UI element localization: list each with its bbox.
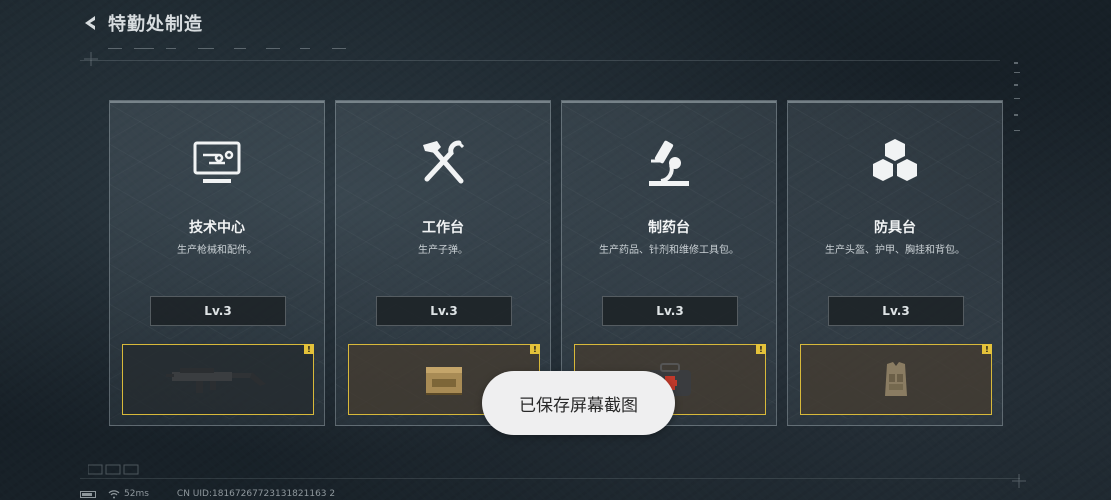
crosshair-decoration: [1012, 474, 1026, 488]
card-description: 生产子弹。: [418, 245, 468, 256]
back-arrow-icon: [85, 16, 95, 30]
cubes-icon: [873, 139, 917, 181]
header: 特勤处制造: [80, 10, 203, 36]
user-id: CN UID:18167267723131821163 2: [176, 489, 336, 499]
level-badge: Lv.3: [828, 296, 964, 326]
microscope-icon: [649, 140, 689, 186]
wifi-icon: [108, 489, 120, 498]
divider-line: [80, 478, 1020, 479]
computer-icon: [193, 141, 241, 183]
rifle-icon: [166, 367, 266, 393]
hammer-wrench-icon: [423, 140, 465, 184]
card-description: 生产枪械和配件。: [177, 245, 257, 256]
page-title: 特勤处制造: [108, 14, 203, 35]
level-badge: Lv.3: [376, 296, 512, 326]
header-decoration: [108, 48, 346, 49]
production-slot[interactable]: !: [122, 344, 314, 415]
toast-message: 已保存屏幕截图: [482, 371, 675, 435]
divider-line: [80, 60, 1000, 61]
card-tech-center[interactable]: 技术中心 生产枪械和配件。 Lv.3 !: [109, 100, 325, 426]
vest-icon: [885, 361, 907, 396]
ping-value: 52ms: [124, 489, 149, 499]
production-slot[interactable]: !: [800, 344, 992, 415]
crosshair-decoration: [84, 52, 98, 66]
alert-badge: !: [756, 344, 766, 354]
level-badge: Lv.3: [602, 296, 738, 326]
ammo-box-icon: [426, 366, 462, 395]
alert-badge: !: [982, 344, 992, 354]
card-description: 生产头盔、护甲、胸挂和背包。: [825, 245, 965, 256]
side-decoration: [1014, 62, 1020, 131]
battery-icon: [80, 490, 96, 498]
card-title: 防具台: [874, 220, 916, 236]
card-title: 技术中心: [189, 220, 245, 236]
bottom-decoration: [88, 464, 139, 475]
alert-badge: !: [304, 344, 314, 354]
card-description: 生产药品、针剂和维修工具包。: [599, 245, 739, 256]
card-title: 工作台: [422, 220, 464, 236]
back-button[interactable]: [80, 12, 102, 34]
card-armor-bench[interactable]: 防具台 生产头盔、护甲、胸挂和背包。 Lv.3 !: [787, 100, 1003, 426]
card-title: 制药台: [648, 220, 690, 236]
status-bar: 52ms CN UID:18167267723131821163 2: [80, 488, 335, 500]
level-badge: Lv.3: [150, 296, 286, 326]
alert-badge: !: [530, 344, 540, 354]
